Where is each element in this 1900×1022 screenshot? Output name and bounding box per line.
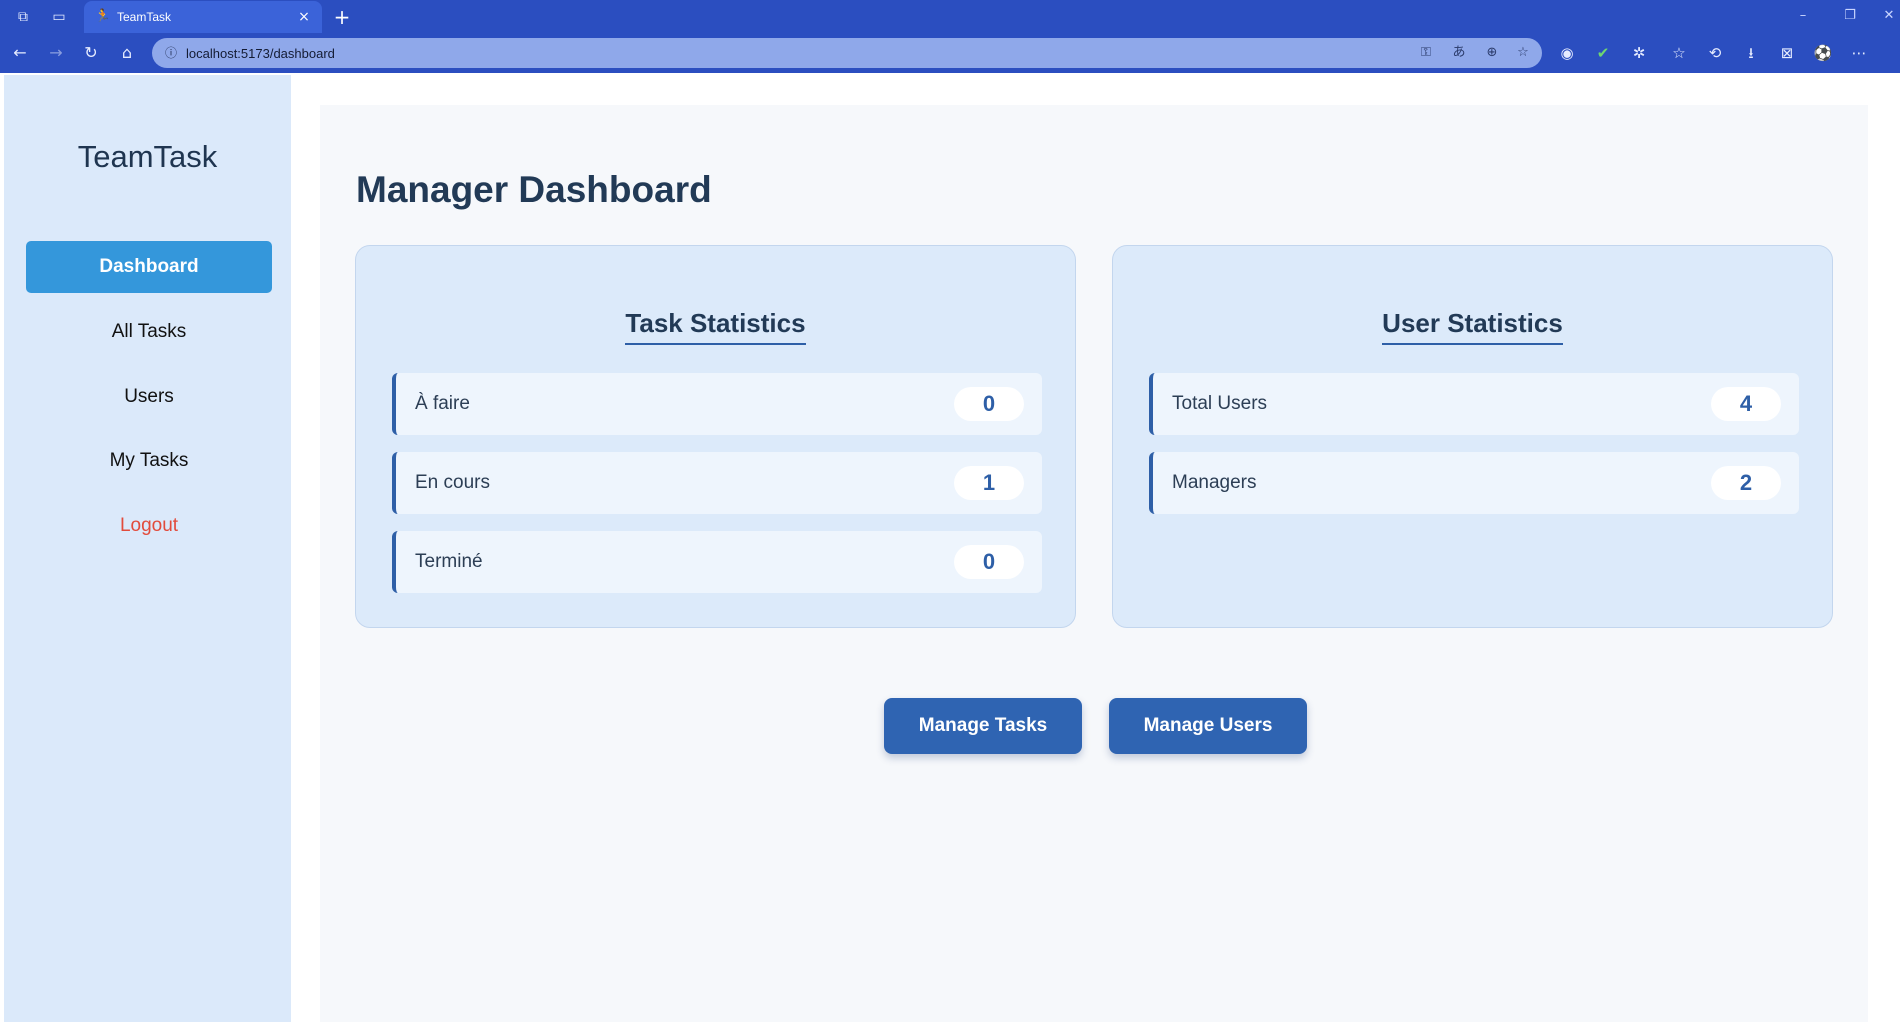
browser-tab[interactable]: 🏃 TeamTask × xyxy=(84,1,322,33)
sidebar-item-dashboard[interactable]: Dashboard xyxy=(26,241,272,293)
sidebar-item-logout[interactable]: Logout xyxy=(26,500,272,552)
key-icon[interactable]: ⚿ xyxy=(1416,44,1436,62)
task-statistics-card: Task Statistics À faire 0 En cours 1 Ter… xyxy=(355,245,1076,628)
profile-avatar-icon[interactable]: ⚽ xyxy=(1812,42,1834,64)
user-statistics-title: User Statistics xyxy=(1382,308,1563,345)
stat-value-badge: 1 xyxy=(954,466,1024,500)
stat-row: En cours 1 xyxy=(392,452,1042,514)
forward-icon[interactable]: → xyxy=(45,42,67,64)
task-statistics-title: Task Statistics xyxy=(625,308,806,345)
browser-tab-bar: ⧉ ▭ 🏃 TeamTask × + – ❐ ✕ xyxy=(0,0,1900,33)
url-text: localhost:5173/dashboard xyxy=(186,46,335,61)
favorites-icon[interactable]: ☆ xyxy=(1668,42,1690,64)
manage-tasks-button[interactable]: Manage Tasks xyxy=(884,698,1082,754)
page-title: Manager Dashboard xyxy=(356,169,712,210)
translate-icon[interactable]: あ xyxy=(1449,44,1469,62)
stat-label: Total Users xyxy=(1172,393,1268,414)
screenshot-icon[interactable]: ⊠ xyxy=(1776,42,1798,64)
back-icon[interactable]: ← xyxy=(9,42,31,64)
new-tab-icon[interactable]: + xyxy=(330,5,354,29)
stat-row: À faire 0 xyxy=(392,373,1042,435)
zoom-icon[interactable]: ⊕ xyxy=(1482,44,1502,62)
stat-value-badge: 0 xyxy=(954,387,1024,421)
main-content: Manager Dashboard Task Statistics À fair… xyxy=(320,105,1868,1022)
close-tab-icon[interactable]: × xyxy=(294,7,314,27)
shield-check-icon[interactable]: ✔ xyxy=(1592,42,1614,64)
tab-title: TeamTask xyxy=(117,10,172,24)
user-statistics-card: User Statistics Total Users 4 Managers 2 xyxy=(1112,245,1833,628)
downloads-icon[interactable]: ⭳ xyxy=(1740,42,1762,64)
browser-toolbar: ← → ↻ ⌂ ⓘ localhost:5173/dashboard ⚿ あ ⊕… xyxy=(0,33,1900,73)
extensions-puzzle-icon[interactable]: ✲ xyxy=(1628,42,1650,64)
sidebar-item-all-tasks[interactable]: All Tasks xyxy=(26,306,272,358)
sidebar-item-users[interactable]: Users xyxy=(26,371,272,423)
close-window-icon[interactable]: ✕ xyxy=(1876,6,1900,26)
home-icon[interactable]: ⌂ xyxy=(116,42,138,64)
more-menu-icon[interactable]: ⋯ xyxy=(1848,42,1870,64)
address-bar[interactable]: ⓘ localhost:5173/dashboard ⚿ あ ⊕ ☆ xyxy=(152,38,1542,68)
stat-label: Terminé xyxy=(415,551,483,572)
card-title-wrapper: User Statistics xyxy=(1113,308,1832,345)
brand-logo-text: TeamTask xyxy=(77,139,218,174)
stat-value-badge: 4 xyxy=(1711,387,1781,421)
sidebar-item-my-tasks[interactable]: My Tasks xyxy=(26,435,272,487)
history-icon[interactable]: ⟲ xyxy=(1704,42,1726,64)
stat-row: Total Users 4 xyxy=(1149,373,1799,435)
minimize-icon[interactable]: – xyxy=(1790,6,1816,26)
manage-users-button[interactable]: Manage Users xyxy=(1109,698,1307,754)
extension-icon[interactable]: ◉ xyxy=(1556,42,1578,64)
stat-value-badge: 0 xyxy=(954,545,1024,579)
stat-value-badge: 2 xyxy=(1711,466,1781,500)
running-person-icon: 🏃 xyxy=(94,9,112,24)
stat-label: Managers xyxy=(1172,472,1257,493)
restore-icon[interactable]: ❐ xyxy=(1837,6,1863,26)
refresh-icon[interactable]: ↻ xyxy=(80,42,102,64)
workspaces-icon[interactable]: ⧉ xyxy=(13,7,33,27)
app-root: TeamTask Dashboard All Tasks Users My Ta… xyxy=(0,73,1900,1022)
card-title-wrapper: Task Statistics xyxy=(356,308,1075,345)
sidebar: TeamTask Dashboard All Tasks Users My Ta… xyxy=(4,75,291,1022)
stat-label: À faire xyxy=(415,393,470,414)
tab-actions-icon[interactable]: ▭ xyxy=(49,7,69,27)
stat-row: Terminé 0 xyxy=(392,531,1042,593)
site-info-icon[interactable]: ⓘ xyxy=(162,44,180,62)
favorite-star-icon[interactable]: ☆ xyxy=(1513,44,1533,62)
stat-label: En cours xyxy=(415,472,490,493)
stat-row: Managers 2 xyxy=(1149,452,1799,514)
